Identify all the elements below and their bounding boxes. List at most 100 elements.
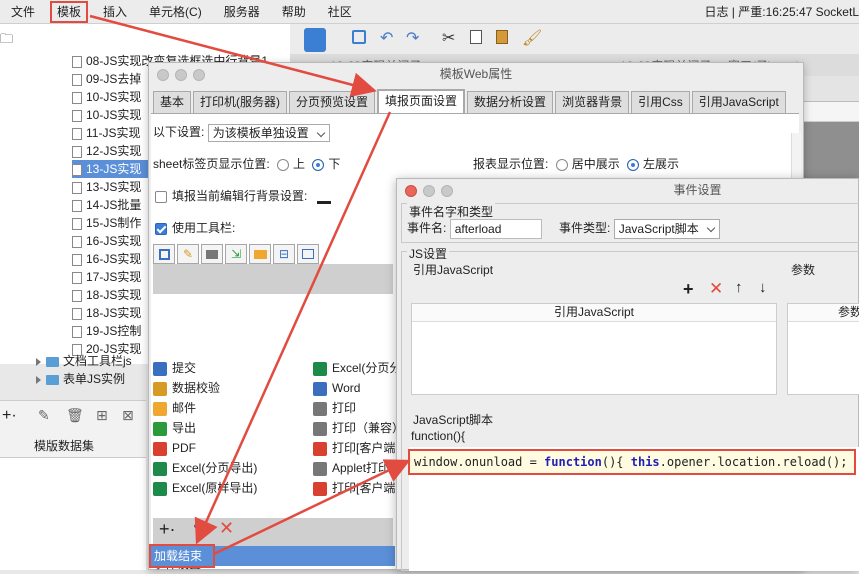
app-logo-icon xyxy=(304,28,326,52)
menu-help[interactable]: 帮助 xyxy=(271,0,317,24)
menu-file[interactable]: 文件 xyxy=(0,0,46,24)
frame-icon[interactable] xyxy=(297,244,319,264)
move-down-icon[interactable]: ↓ xyxy=(759,279,767,296)
toolbar-option[interactable]: Word xyxy=(313,378,403,398)
canvas-area xyxy=(804,122,859,178)
tree-item-label: 19-JS控制 xyxy=(86,324,142,338)
report-left-label: 左展示 xyxy=(643,157,680,171)
menu-template[interactable]: 模板 xyxy=(50,0,89,23)
toolbar-option-icon xyxy=(313,381,327,396)
sheet-bottom-radio[interactable] xyxy=(312,158,325,171)
params-header: 参数 xyxy=(788,304,859,322)
menu-community[interactable]: 社区 xyxy=(317,0,363,24)
add-event-icon[interactable]: +· xyxy=(159,520,176,538)
code-keyword: function xyxy=(544,455,602,469)
expand-icon[interactable] xyxy=(36,375,41,384)
bg-setting-label: 填报当前编辑行背景设置: xyxy=(172,189,308,203)
copy-icon[interactable] xyxy=(470,30,482,44)
check-icon[interactable]: ⊟ xyxy=(273,244,295,264)
tree-folder[interactable]: 文档工具栏js xyxy=(36,352,132,370)
toolbar-option[interactable]: 数据校验 xyxy=(153,378,311,398)
email-icon[interactable] xyxy=(249,244,271,264)
tree-item-label: 11-JS实现 xyxy=(86,126,141,140)
redo-icon[interactable]: ↷ xyxy=(406,28,419,48)
toolbar-option[interactable]: 打印[客户端 xyxy=(313,478,403,498)
menu-insert[interactable]: 插入 xyxy=(92,0,138,24)
file-icon xyxy=(72,325,82,338)
tab-printer[interactable]: 打印机(服务器) xyxy=(193,91,288,113)
bg-setting-checkbox[interactable] xyxy=(155,190,167,203)
sheet-position-label: sheet标签页显示位置: xyxy=(153,157,270,171)
toolbar-option[interactable]: 打印[客户端 xyxy=(313,438,403,458)
report-left-radio[interactable] xyxy=(627,158,640,171)
undo-icon[interactable]: ↶ xyxy=(380,28,393,48)
save-icon[interactable] xyxy=(352,30,366,44)
zoom-window-icon[interactable] xyxy=(441,185,453,197)
add-dataset-icon[interactable]: +· xyxy=(2,407,17,425)
toolbar-option[interactable]: Excel(分页分 xyxy=(313,358,403,378)
toolbar-option[interactable]: Excel(原样导出) xyxy=(153,478,311,498)
tab-browser-bg[interactable]: 浏览器背景 xyxy=(555,91,630,113)
paste-icon[interactable] xyxy=(496,30,508,44)
event-item[interactable]: 加载结束 xyxy=(149,544,215,568)
tree-folder-label: 表单JS实例 xyxy=(63,372,126,386)
toolbar-option[interactable]: 邮件 xyxy=(153,398,311,418)
event-name-field[interactable]: afterload xyxy=(449,219,542,239)
toolbar-option[interactable]: PDF xyxy=(153,438,311,458)
cut-icon[interactable]: ✂ xyxy=(442,28,455,48)
script-code-line[interactable]: window.onunload = function(){ this.opene… xyxy=(408,449,856,475)
tab-fill-page[interactable]: 填报页面设置 xyxy=(377,89,466,113)
edit-event-icon[interactable]: ✎ xyxy=(193,520,206,538)
toolbar-option-icon xyxy=(153,421,167,436)
close-window-icon[interactable] xyxy=(405,185,417,197)
menu-server[interactable]: 服务器 xyxy=(213,0,271,24)
move-up-icon[interactable]: ↑ xyxy=(735,279,743,296)
paint-bucket-icon[interactable] xyxy=(316,190,331,204)
toolbar-option[interactable]: 导出 xyxy=(153,418,311,438)
format-brush-icon[interactable]: 🖌 xyxy=(522,28,542,48)
use-toolbar-checkbox[interactable] xyxy=(155,222,167,235)
params-label: 参数 xyxy=(791,263,816,277)
save-icon[interactable] xyxy=(153,244,175,264)
export-icon[interactable]: ⇲ xyxy=(225,244,247,264)
open-folder-icon[interactable]: 🗀 xyxy=(0,30,13,52)
preview-dataset-icon[interactable]: ⊞ xyxy=(96,407,108,424)
edit-icon[interactable]: ✎ xyxy=(177,244,199,264)
menu-cell[interactable]: 单元格(C) xyxy=(138,0,213,24)
minimize-window-icon[interactable] xyxy=(423,185,435,197)
toolbar-option[interactable]: 打印（兼容） xyxy=(313,418,403,438)
file-icon xyxy=(72,253,82,266)
edit-dataset-icon[interactable]: ✎ xyxy=(38,407,50,424)
toolbar-option[interactable]: 打印 xyxy=(313,398,403,418)
report-center-radio[interactable] xyxy=(555,158,568,171)
add-js-icon[interactable]: + xyxy=(683,279,694,300)
tab-basic[interactable]: 基本 xyxy=(153,91,192,113)
delete-dataset-icon[interactable]: 🗑 xyxy=(66,407,84,424)
expand-icon[interactable] xyxy=(36,357,41,366)
toolbar-option-label: 打印 xyxy=(332,401,357,415)
file-icon xyxy=(72,199,82,212)
file-icon xyxy=(72,271,82,284)
tree-folder[interactable]: 表单JS实例 xyxy=(36,370,125,388)
remove-js-icon[interactable]: ✕ xyxy=(709,279,723,299)
tab-css[interactable]: 引用Css xyxy=(631,91,690,113)
sheet-top-radio[interactable] xyxy=(277,158,290,171)
zoom-window-icon[interactable] xyxy=(193,69,205,81)
file-icon xyxy=(72,145,82,158)
file-icon xyxy=(72,109,82,122)
event-type-select[interactable]: JavaScript脚本 xyxy=(613,219,720,239)
delete-event-icon[interactable]: ✕ xyxy=(219,518,234,539)
toolbar-option[interactable]: 提交 xyxy=(153,358,311,378)
toolbar-option[interactable]: Excel(分页导出) xyxy=(153,458,311,478)
tab-page-preview[interactable]: 分页预览设置 xyxy=(289,91,376,113)
toolbar-option[interactable]: Applet打印 xyxy=(313,458,403,478)
tab-data-analysis[interactable]: 数据分析设置 xyxy=(467,91,554,113)
minimize-window-icon[interactable] xyxy=(175,69,187,81)
close-window-icon[interactable] xyxy=(157,69,169,81)
refresh-dataset-icon[interactable]: ⊠ xyxy=(122,407,134,424)
settings-select[interactable]: 为该模板单独设置 xyxy=(207,123,330,142)
toolbar-option-icon xyxy=(313,401,327,416)
print-icon[interactable] xyxy=(201,244,223,264)
property-tabs: 基本 打印机(服务器) 分页预览设置 填报页面设置 数据分析设置 浏览器背景 引… xyxy=(153,89,788,113)
tab-javascript[interactable]: 引用JavaScript xyxy=(691,91,786,113)
